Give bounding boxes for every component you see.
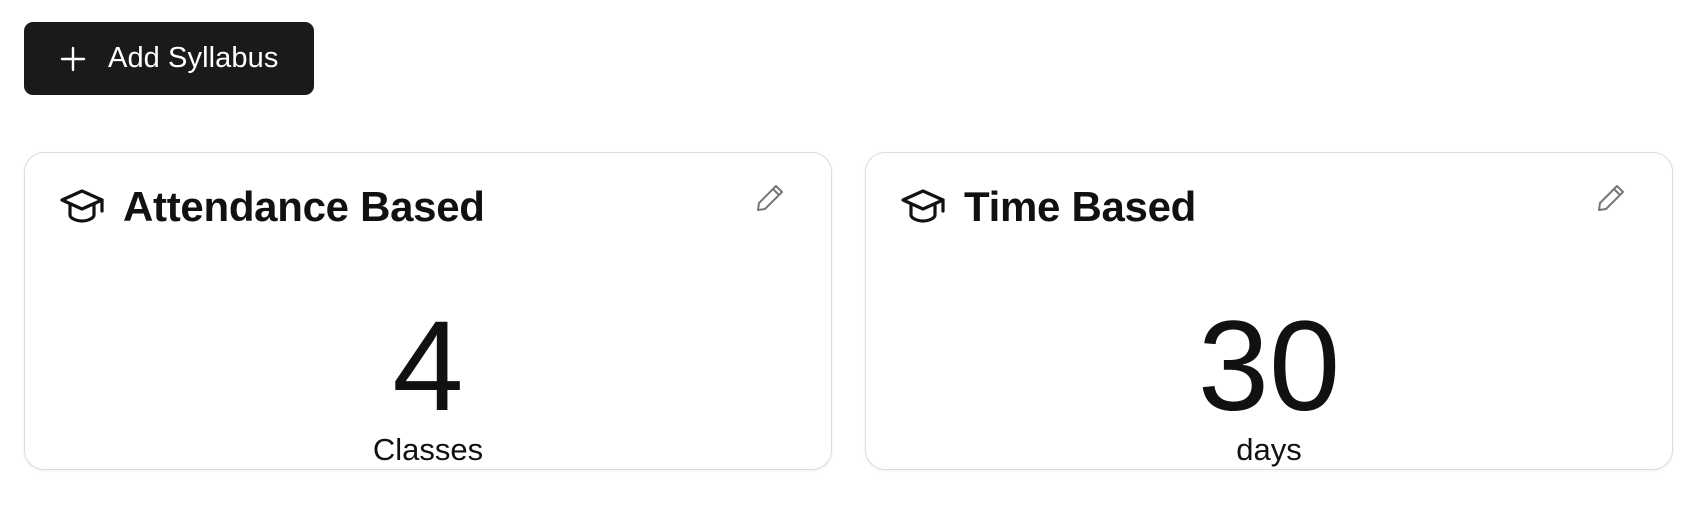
card-unit: days bbox=[1236, 432, 1302, 467]
syllabus-card-attendance: Attendance Based 4 Classes bbox=[24, 152, 832, 470]
add-syllabus-label: Add Syllabus bbox=[108, 42, 279, 74]
card-header: Attendance Based bbox=[59, 183, 485, 231]
pencil-icon[interactable] bbox=[1596, 183, 1626, 213]
syllabus-card-time: Time Based 30 days bbox=[865, 152, 1673, 470]
card-value: 30 bbox=[1197, 295, 1341, 438]
card-title: Time Based bbox=[964, 183, 1196, 230]
graduation-cap-icon bbox=[59, 187, 105, 227]
card-unit: Classes bbox=[372, 432, 484, 467]
add-syllabus-button[interactable]: Add Syllabus bbox=[24, 22, 314, 95]
syllabus-page: Add Syllabus Attendance Based 4 Classes bbox=[0, 0, 1696, 514]
card-value: 4 bbox=[392, 295, 464, 438]
plus-icon bbox=[60, 46, 86, 72]
card-header: Time Based bbox=[900, 183, 1196, 231]
graduation-cap-icon bbox=[900, 187, 946, 227]
card-title: Attendance Based bbox=[123, 183, 485, 230]
pencil-icon[interactable] bbox=[755, 183, 785, 213]
